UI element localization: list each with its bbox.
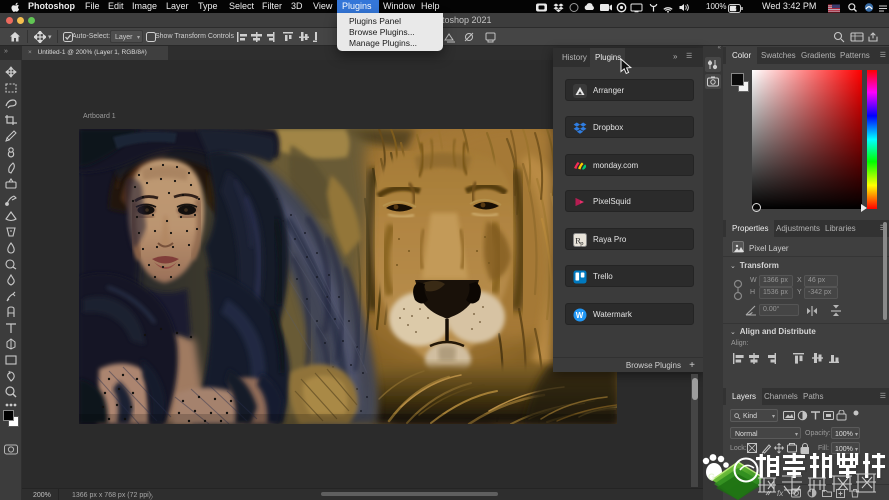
svg-text:W: W xyxy=(576,311,584,320)
svg-text:p: p xyxy=(580,240,583,247)
svg-text:G: G xyxy=(708,472,715,482)
